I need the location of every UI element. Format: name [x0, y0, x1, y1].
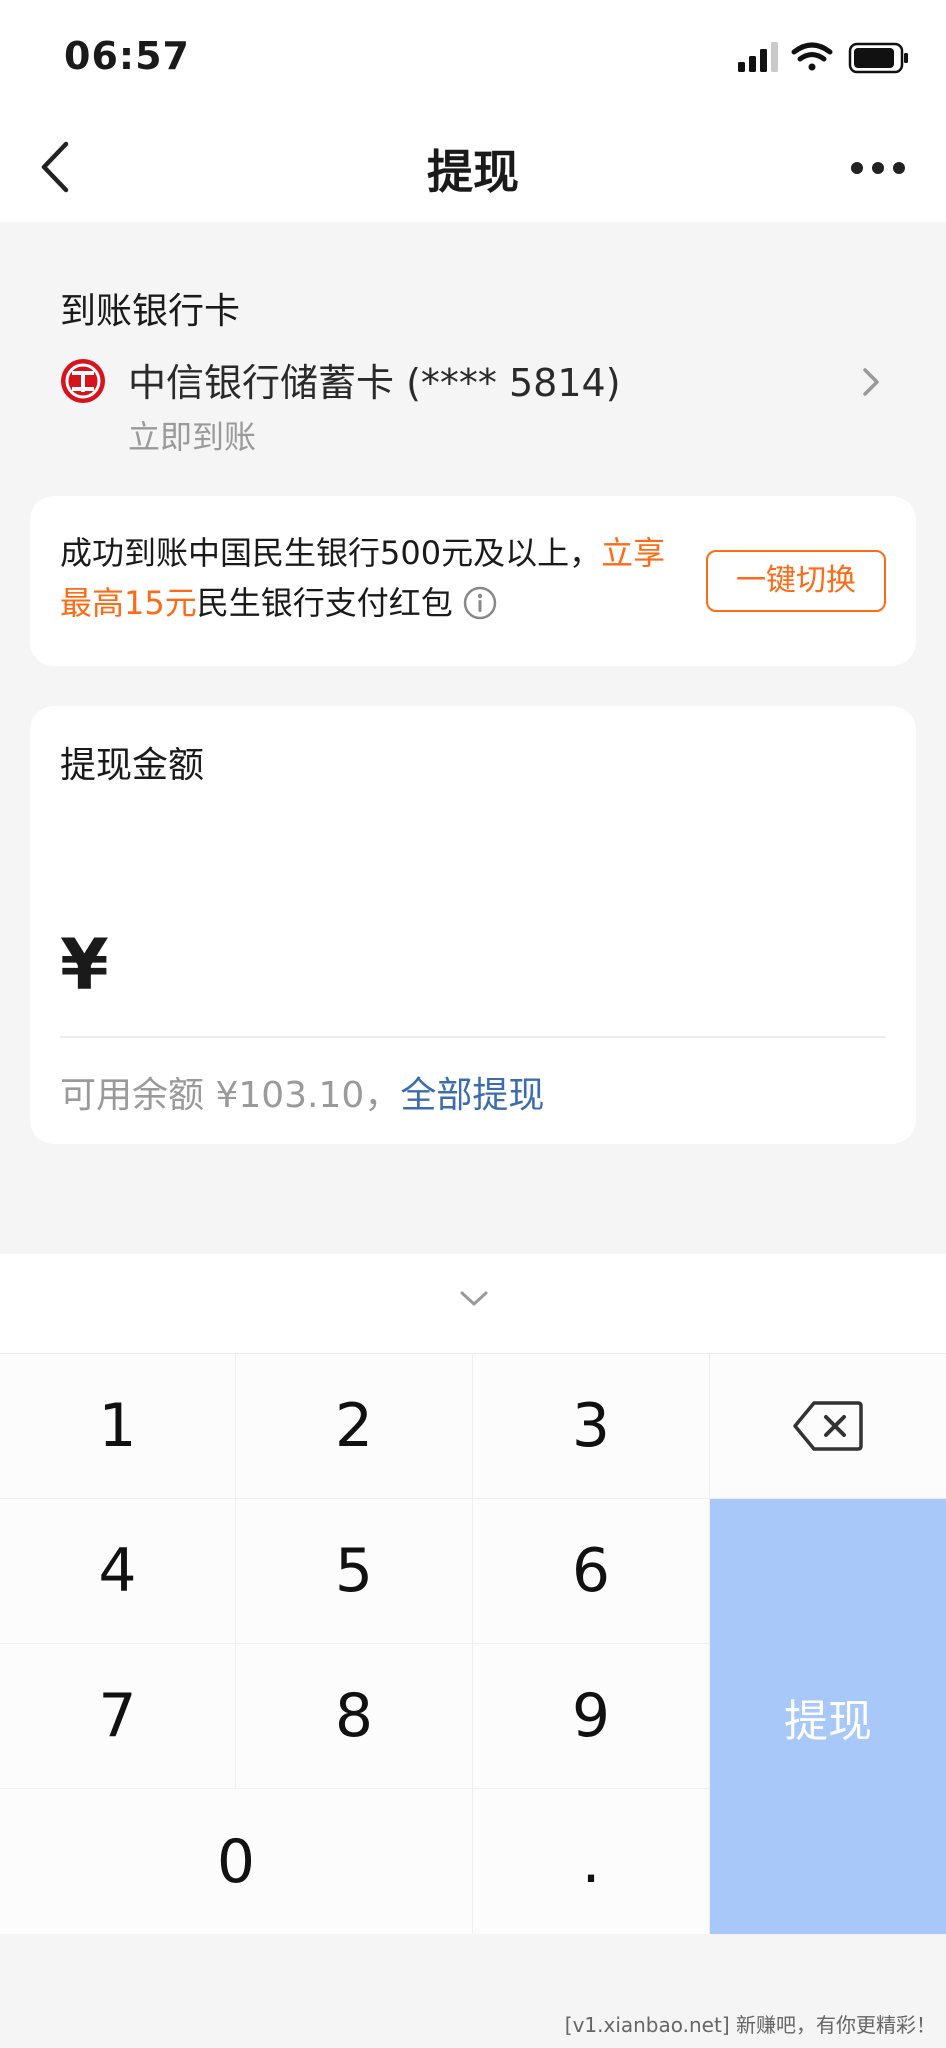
promo-text-pre: 成功到账中国民生银行500元及以上，	[60, 534, 602, 572]
key-9[interactable]: 9	[473, 1644, 710, 1789]
one-click-switch-button[interactable]: 一键切换	[706, 550, 886, 612]
key-decimal[interactable]: .	[473, 1789, 710, 1934]
promo-text: 成功到账中国民生银行500元及以上，立享最高15元民生银行支付红包	[60, 528, 680, 628]
key-4[interactable]: 4	[0, 1499, 236, 1644]
amount-card: 提现金额 ¥ 可用余额 ¥103.10，全部提现	[30, 706, 916, 1144]
watermark-text: [v1.xianbao.net] 新赚吧，有你更精彩！	[564, 2013, 936, 2037]
more-button[interactable]	[850, 148, 906, 188]
key-3[interactable]: 3	[473, 1354, 710, 1499]
currency-symbol: ¥	[60, 924, 109, 1006]
key-2[interactable]: 2	[236, 1354, 473, 1499]
key-7[interactable]: 7	[0, 1644, 236, 1789]
delete-key[interactable]	[710, 1354, 946, 1499]
info-icon[interactable]	[463, 584, 497, 620]
nav-bar: 提现	[0, 112, 946, 222]
bank-section-label: 到账银行卡	[60, 291, 241, 332]
status-bar: 06:57	[0, 0, 946, 112]
chevron-down-icon	[460, 1291, 488, 1306]
key-5[interactable]: 5	[236, 1499, 473, 1644]
page-title: 提现	[427, 145, 519, 199]
key-8[interactable]: 8	[236, 1644, 473, 1789]
submit-withdraw-button[interactable]: 提现	[710, 1499, 946, 1934]
signal-icon	[738, 42, 778, 72]
battery-icon	[848, 42, 908, 74]
amount-input[interactable]	[140, 924, 880, 1014]
chevron-right-icon	[856, 362, 886, 402]
key-0[interactable]: 0	[0, 1789, 473, 1934]
backspace-icon	[793, 1401, 863, 1451]
more-dots-icon	[851, 162, 905, 174]
numeric-keypad: 1 2 3 4 5 6 7 8 9 0 . 提现	[0, 1354, 946, 1934]
divider	[60, 1036, 886, 1038]
status-time: 06:57	[64, 34, 190, 78]
wifi-icon	[791, 42, 833, 71]
collapse-keyboard-button[interactable]	[458, 1288, 490, 1310]
bank-logo-icon	[60, 358, 106, 404]
bank-card-selector[interactable]: 中信银行储蓄卡 (**** 5814) 立即到账	[60, 352, 886, 462]
key-6[interactable]: 6	[473, 1499, 710, 1644]
promo-text-post: 民生银行支付红包	[196, 584, 453, 622]
arrival-time: 立即到账	[128, 418, 257, 456]
status-icons	[738, 40, 910, 76]
amount-label: 提现金额	[60, 745, 205, 786]
available-balance: 可用余额 ¥103.10，	[60, 1075, 401, 1116]
bank-name: 中信银行储蓄卡 (**** 5814)	[128, 361, 621, 405]
balance-line: 可用余额 ¥103.10，全部提现	[60, 1066, 544, 1118]
withdraw-all-link[interactable]: 全部提现	[400, 1075, 544, 1116]
promo-card: 成功到账中国民生银行500元及以上，立享最高15元民生银行支付红包 一键切换	[30, 496, 916, 666]
keyboard-header	[0, 1254, 946, 1354]
key-1[interactable]: 1	[0, 1354, 236, 1499]
